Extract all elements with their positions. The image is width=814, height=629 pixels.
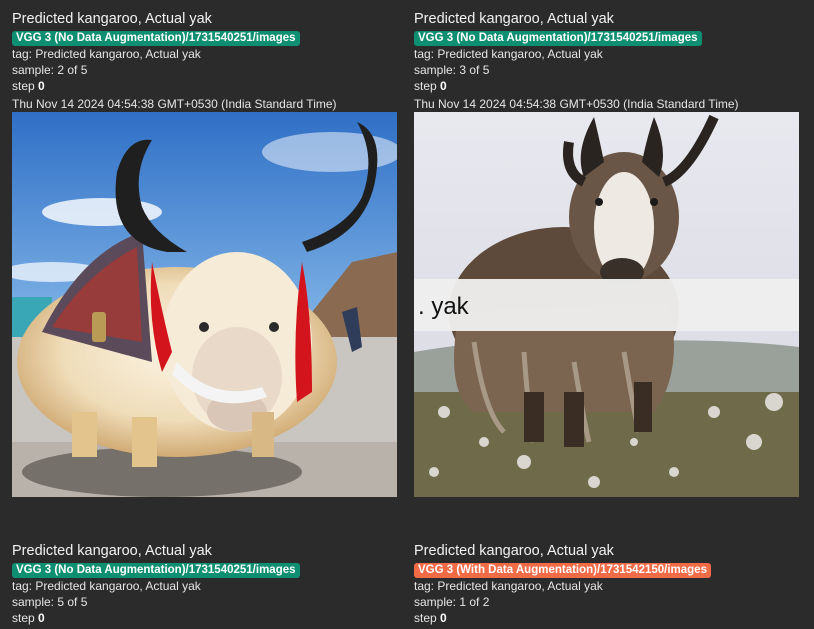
- timestamp: Thu Nov 14 2024 04:54:38 GMT+0530 (India…: [414, 97, 739, 111]
- run-badge[interactable]: VGG 3 (No Data Augmentation)/1731540251/…: [12, 563, 300, 578]
- card-title: Predicted kangaroo, Actual yak: [414, 11, 614, 27]
- step-text: step 0: [12, 610, 402, 626]
- sample-image[interactable]: . yak: [414, 112, 799, 497]
- step-value: 0: [38, 79, 45, 93]
- step-label: step: [12, 611, 35, 625]
- sample-image[interactable]: [12, 112, 397, 497]
- step-text: step 0: [12, 78, 402, 94]
- card-title: Predicted kangaroo, Actual yak: [414, 543, 614, 559]
- image-card: Predicted kangaroo, Actual yak VGG 3 (No…: [414, 10, 804, 497]
- sample-text: sample: 2 of 5: [12, 63, 88, 77]
- image-card: Predicted kangaroo, Actual yak VGG 3 (Wi…: [414, 542, 804, 626]
- sample-text: sample: 3 of 5: [414, 63, 490, 77]
- run-badge[interactable]: VGG 3 (With Data Augmentation)/173154215…: [414, 563, 711, 578]
- step-label: step: [414, 79, 437, 93]
- step-value: 0: [440, 79, 447, 93]
- image-card: Predicted kangaroo, Actual yak VGG 3 (No…: [12, 10, 402, 497]
- timestamp: Thu Nov 14 2024 04:54:38 GMT+0530 (India…: [12, 97, 337, 111]
- tag-text: tag: Predicted kangaroo, Actual yak: [12, 579, 201, 593]
- tag-text: tag: Predicted kangaroo, Actual yak: [414, 47, 603, 61]
- sample-text: sample: 1 of 2: [414, 595, 490, 609]
- white-yak-photo: [12, 112, 397, 497]
- image-card-grid: Predicted kangaroo, Actual yak VGG 3 (No…: [0, 0, 814, 629]
- card-title: Predicted kangaroo, Actual yak: [12, 11, 212, 27]
- image-card: Predicted kangaroo, Actual yak VGG 3 (No…: [12, 542, 402, 626]
- step-text: step 0: [414, 78, 804, 94]
- tag-text: tag: Predicted kangaroo, Actual yak: [414, 579, 603, 593]
- card-title: Predicted kangaroo, Actual yak: [12, 543, 212, 559]
- brown-yak-photo: . yak: [414, 112, 799, 497]
- step-value: 0: [38, 611, 45, 625]
- sample-text: sample: 5 of 5: [12, 595, 88, 609]
- caption-overlay: [414, 279, 799, 331]
- image-caption: . yak: [418, 293, 470, 320]
- step-value: 0: [440, 611, 447, 625]
- run-badge[interactable]: VGG 3 (No Data Augmentation)/1731540251/…: [414, 31, 702, 46]
- step-label: step: [12, 79, 35, 93]
- tag-text: tag: Predicted kangaroo, Actual yak: [12, 47, 201, 61]
- step-label: step: [414, 611, 437, 625]
- run-badge[interactable]: VGG 3 (No Data Augmentation)/1731540251/…: [12, 31, 300, 46]
- step-text: step 0: [414, 610, 804, 626]
